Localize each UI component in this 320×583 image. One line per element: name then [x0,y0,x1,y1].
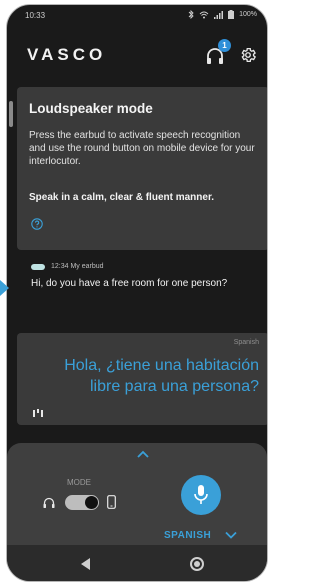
info-card: Loudspeaker mode Press the earbud to act… [17,87,267,250]
message-meta: 12:34 My earbud [31,263,256,270]
gear-icon[interactable] [239,46,257,64]
microphone-button[interactable] [181,475,221,515]
info-description: Press the earbud to activate speech reco… [29,130,255,167]
app-logo: VASCO [27,45,107,64]
status-icons: 100% [188,10,257,19]
status-bar: 10:33 100% [7,5,267,25]
signal-icon [214,10,224,19]
info-emphasis: Speak in a calm, clear & fluent manner. [29,192,215,203]
message-meta-text: 12:34 My earbud [51,263,104,270]
play-pause-icon[interactable] [33,409,43,417]
home-icon[interactable] [190,557,204,571]
earbud-icon [31,263,45,270]
headphones-mode-icon [43,497,55,508]
app-header: VASCO 1 [7,39,267,85]
mode-label: MODE [67,478,91,487]
phone-frame: 10:33 100% VASCO 1 Loudspeaker mode Pres… [6,4,268,582]
microphone-icon [194,485,208,504]
side-button [9,101,13,127]
bluetooth-icon [188,10,194,19]
translation-language: Spanish [233,339,259,346]
notification-badge: 1 [218,39,231,52]
system-nav-bar [7,545,267,581]
info-title: Loudspeaker mode [29,101,153,116]
mode-toggle-knob [85,496,98,509]
battery-percent: 100% [239,11,257,18]
message-text: Hi, do you have a free room for one pers… [31,278,228,289]
translation-text: Hola, ¿tiene una habitación libre para u… [64,357,259,395]
phone-icon [107,495,116,509]
chevron-up-icon[interactable] [136,449,150,459]
language-selector[interactable]: SPANISH [164,530,211,541]
chevron-down-icon[interactable] [225,531,237,539]
message-bubble: 12:34 My earbud Hi, do you have a free r… [31,263,256,290]
wifi-icon [199,11,209,18]
back-icon[interactable] [81,558,90,570]
mode-toggle[interactable] [65,495,99,510]
translation-card: Spanish Hola, ¿tiene una habitación libr… [17,333,267,425]
status-time: 10:33 [25,11,46,20]
pointer-arrow [0,280,9,296]
control-panel: MODE SPANISH [7,443,267,545]
help-icon[interactable] [31,218,43,230]
battery-icon [228,10,235,19]
